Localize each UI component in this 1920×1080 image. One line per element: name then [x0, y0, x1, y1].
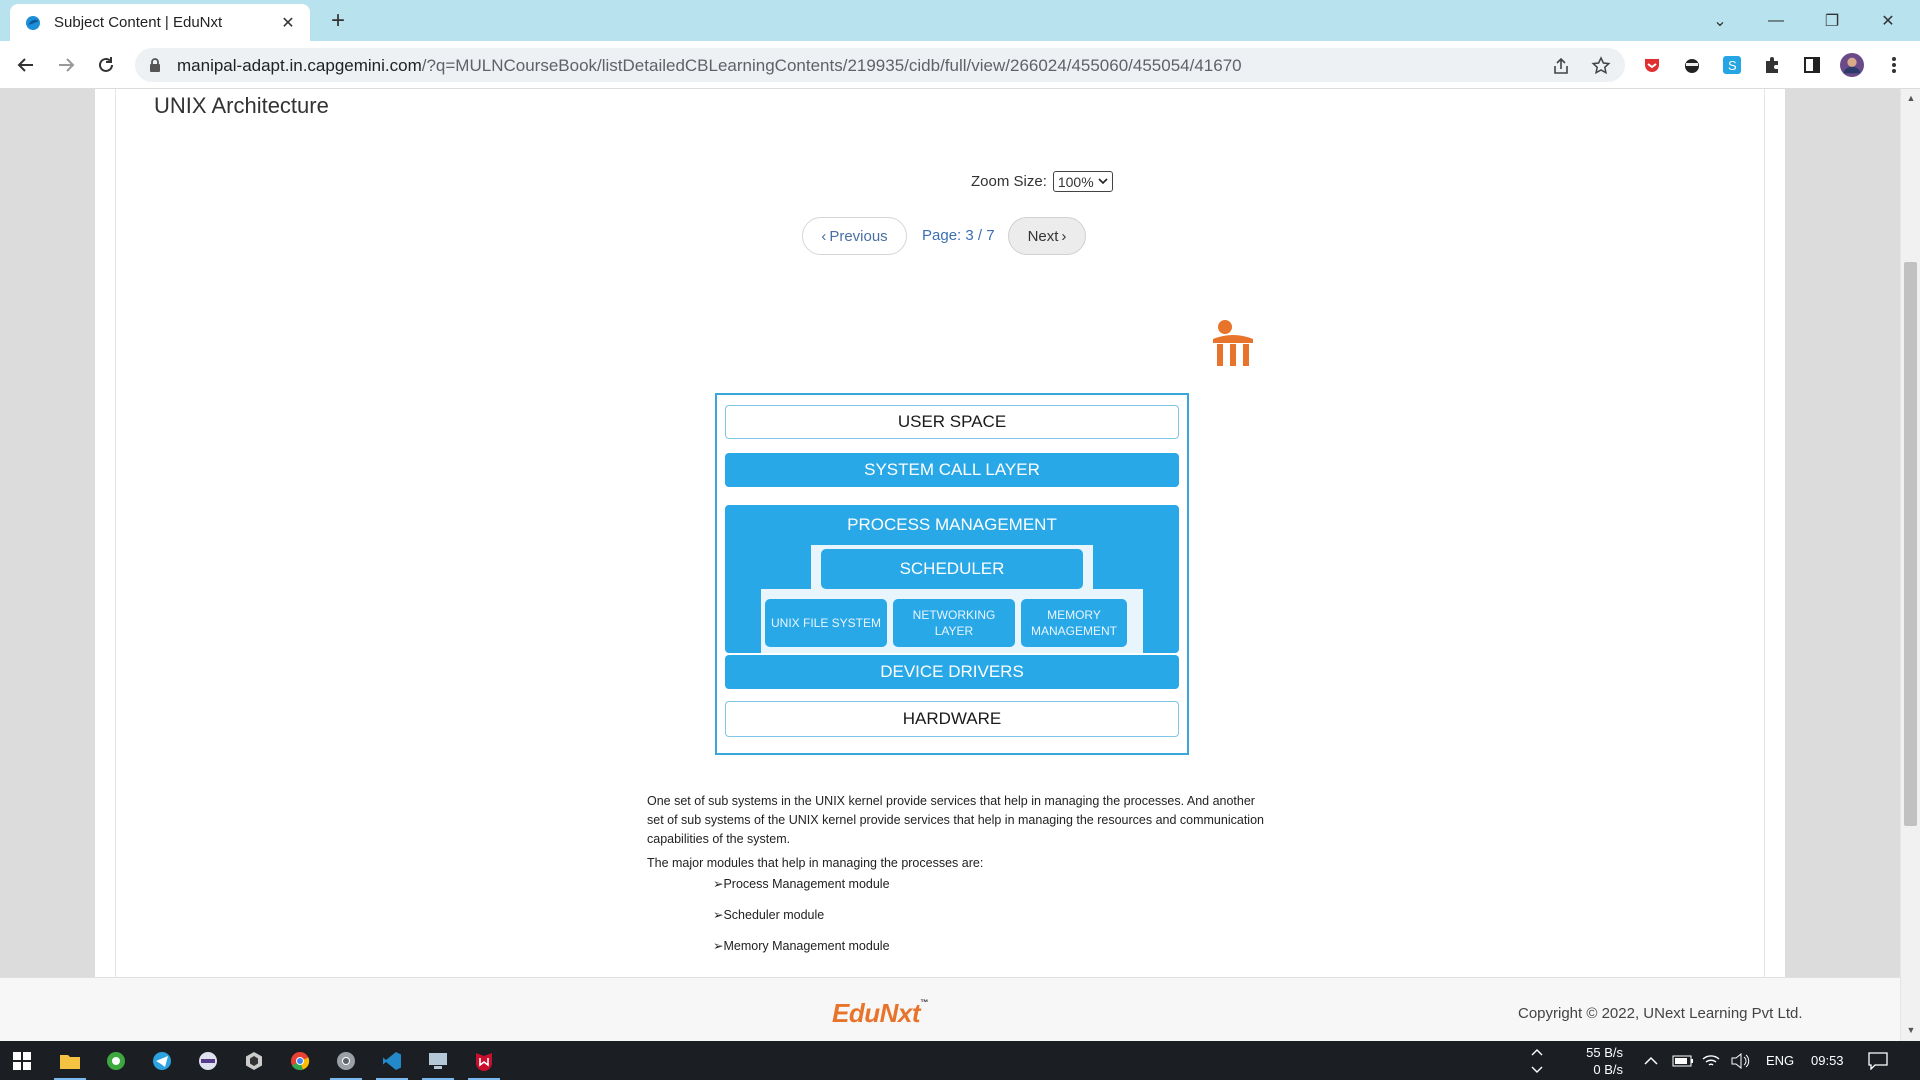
side-panel-icon[interactable]	[1800, 53, 1824, 77]
show-hidden-icons-icon[interactable]	[1644, 1041, 1658, 1080]
chrome-icon[interactable]	[278, 1041, 322, 1080]
telegram-icon[interactable]	[140, 1041, 184, 1080]
vscode-icon[interactable]	[370, 1041, 414, 1080]
url-text: manipal-adapt.in.capgemini.com/?q=MULNCo…	[177, 56, 1242, 75]
mcafee-icon[interactable]	[462, 1041, 506, 1080]
edunxt-logo: EduNxt™	[832, 998, 928, 1028]
windows-logo-icon	[13, 1051, 31, 1070]
chevron-right-icon: ›	[1061, 227, 1067, 245]
diagram-device-drivers: DEVICE DRIVERS	[725, 655, 1179, 689]
page-viewport: UNIX Architecture Zoom Size: 100% ‹ Prev…	[0, 89, 1920, 977]
tab-search-icon[interactable]: ⌄	[1692, 0, 1748, 41]
diagram-process-management: PROCESS MANAGEMENT SCHEDULER UNIX FILE S…	[725, 505, 1179, 653]
vpn-app-icon[interactable]	[94, 1041, 138, 1080]
paragraph-1: One set of sub systems in the UNIX kerne…	[647, 794, 1264, 846]
list-item: ➢Process Management module	[713, 877, 890, 891]
reload-icon	[99, 57, 113, 72]
app-icon-hexagon[interactable]	[232, 1041, 276, 1080]
content-panel: UNIX Architecture Zoom Size: 100% ‹ Prev…	[115, 89, 1765, 977]
new-tab-button[interactable]: +	[323, 6, 353, 36]
page-title: UNIX Architecture	[154, 93, 329, 118]
extensions-puzzle-icon[interactable]	[1760, 53, 1784, 77]
manipal-logo-icon	[1213, 320, 1253, 366]
reload-button[interactable]	[90, 49, 122, 81]
download-speed: 0 B/s	[1593, 1062, 1623, 1077]
tab-title: Subject Content | EduNxt	[54, 14, 223, 31]
diagram-networking-layer: NETWORKING LAYER	[893, 599, 1015, 647]
diagram-scheduler: SCHEDULER	[821, 549, 1083, 589]
zoom-control: Zoom Size: 100%	[971, 171, 1113, 192]
remote-desktop-icon[interactable]	[416, 1041, 460, 1080]
page-indicator: Page: 3 / 7	[922, 227, 995, 244]
volume-icon[interactable]	[1730, 1041, 1750, 1080]
forward-arrow-icon	[59, 58, 75, 72]
zoom-select[interactable]: 100%	[1052, 171, 1113, 192]
language-indicator[interactable]: ENG	[1766, 1041, 1794, 1080]
file-explorer-icon[interactable]	[48, 1041, 92, 1080]
zoom-label: Zoom Size:	[971, 173, 1047, 190]
copyright-text: Copyright © 2022, UNext Learning Pvt Ltd…	[1518, 1005, 1803, 1022]
edunxt-favicon-icon	[26, 15, 40, 30]
chevron-left-icon: ‹	[821, 227, 827, 245]
list-item: ➢Memory Management module	[713, 939, 890, 953]
paragraph-2: The major modules that help in managing …	[647, 856, 984, 870]
browser-tab-strip: Subject Content | EduNxt ✕ + ⌄ — ❐ ✕	[0, 0, 1920, 41]
next-label: Next	[1027, 227, 1059, 245]
browser-menu-icon[interactable]	[1882, 53, 1906, 77]
extension-s-icon[interactable]: S	[1720, 53, 1744, 77]
upload-speed: 55 B/s	[1586, 1045, 1623, 1060]
wifi-icon[interactable]	[1702, 1041, 1720, 1080]
scroll-up-icon[interactable]: ▲	[1905, 93, 1917, 103]
next-page-button[interactable]: Next ›	[1008, 217, 1086, 255]
tray-chevron-icon[interactable]	[1530, 1041, 1544, 1080]
network-speed: 55 B/s 0 B/s	[1573, 1044, 1623, 1078]
clock[interactable]: 09:53	[1811, 1041, 1844, 1080]
previous-label: Previous	[829, 227, 888, 245]
process-management-label: PROCESS MANAGEMENT	[847, 515, 1057, 534]
forward-button[interactable]	[50, 49, 82, 81]
windows-taskbar: 55 B/s 0 B/s ENG 09:53	[0, 1041, 1920, 1080]
zoom-value: 100%	[1057, 173, 1094, 190]
start-button[interactable]	[0, 1041, 44, 1080]
previous-page-button[interactable]: ‹ Previous	[802, 217, 907, 255]
chrome-active-icon[interactable]	[324, 1041, 368, 1080]
back-button[interactable]	[10, 49, 42, 81]
svg-text:S: S	[1728, 58, 1737, 73]
share-icon[interactable]	[1551, 56, 1571, 76]
restore-button[interactable]: ❐	[1804, 0, 1860, 41]
app-icon-circle[interactable]	[186, 1041, 230, 1080]
diagram-user-space: USER SPACE	[725, 405, 1179, 439]
unix-architecture-diagram: USER SPACE SYSTEM CALL LAYER PROCESS MAN…	[715, 393, 1189, 755]
battery-icon[interactable]	[1672, 1041, 1694, 1080]
list-item: ➢Scheduler module	[713, 908, 825, 922]
content-card: UNIX Architecture Zoom Size: 100% ‹ Prev…	[95, 89, 1785, 977]
diagram-system-call-layer: SYSTEM CALL LAYER	[725, 453, 1179, 487]
minimize-button[interactable]: —	[1748, 0, 1804, 41]
page-scrollbar[interactable]: ▲ ▼	[1900, 89, 1920, 1041]
extension-ninja-icon[interactable]	[1680, 53, 1704, 77]
diagram-memory-management: MEMORY MANAGEMENT	[1021, 599, 1127, 647]
scroll-down-icon[interactable]: ▼	[1905, 1025, 1917, 1035]
diagram-hardware: HARDWARE	[725, 701, 1179, 737]
extension-pocket-icon[interactable]	[1640, 53, 1664, 77]
browser-toolbar: manipal-adapt.in.capgemini.com/?q=MULNCo…	[0, 41, 1920, 89]
tab-close-icon[interactable]: ✕	[278, 13, 298, 33]
chevron-down-icon	[1098, 178, 1108, 185]
address-bar[interactable]: manipal-adapt.in.capgemini.com/?q=MULNCo…	[135, 48, 1625, 82]
notifications-icon[interactable]	[1868, 1041, 1888, 1080]
lock-icon	[150, 58, 160, 72]
browser-tab-active[interactable]: Subject Content | EduNxt ✕	[10, 4, 310, 41]
close-window-button[interactable]: ✕	[1860, 0, 1916, 41]
scrollbar-thumb[interactable]	[1904, 262, 1917, 826]
diagram-unix-file-system: UNIX FILE SYSTEM	[765, 599, 887, 647]
content-text: One set of sub systems in the UNIX kerne…	[647, 792, 1267, 878]
back-arrow-icon	[17, 58, 33, 72]
page-footer: EduNxt™ Copyright © 2022, UNext Learning…	[0, 977, 1920, 1041]
profile-avatar[interactable]	[1840, 53, 1864, 77]
bookmark-star-icon[interactable]	[1591, 56, 1611, 76]
